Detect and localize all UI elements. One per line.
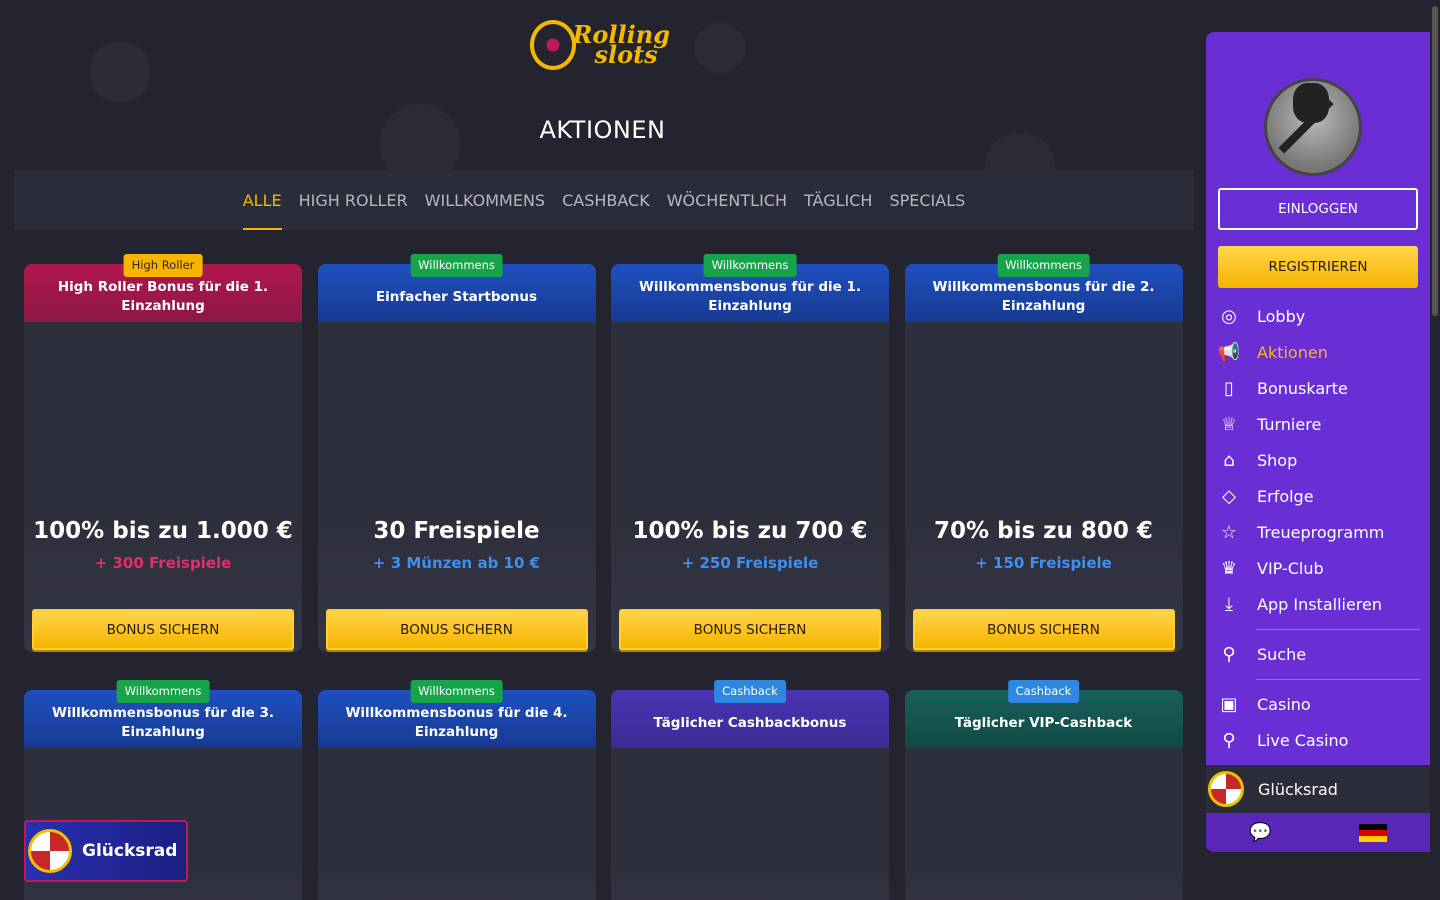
promo-extra: + 250 Freispiele [681,554,819,572]
tab-woechentlich[interactable]: WÖCHENTLICH [667,170,787,230]
promo-card-header: Cashback Täglicher VIP-Cashback [904,680,1183,748]
category-badge: Willkommens [410,254,503,277]
megaphone-icon: 📢 [1217,341,1241,363]
login-button[interactable]: EINLOGGEN [1218,188,1418,230]
tab-cashback[interactable]: CASHBACK [562,170,650,230]
page-scrollbar[interactable] [1432,6,1438,316]
menu-divider [1256,629,1420,630]
sidebar-fortune-wheel[interactable]: Glücksrad [1206,765,1430,813]
sidebar-item-lobby[interactable]: ◎ Lobby [1216,298,1420,334]
tab-alle[interactable]: ALLE [242,170,282,230]
slot-icon: ▣ [1220,693,1238,715]
claim-bonus-button[interactable]: BONUS SICHERN [619,609,881,650]
category-badge: Willkommens [703,254,797,277]
category-badge: Willkommens [116,680,210,703]
promo-card-title: Täglicher VIP-Cashback [954,714,1133,731]
promo-amount: 30 Freispiele [373,518,540,544]
sidebar-item-live-casino[interactable]: ⚲ Live Casino [1216,722,1420,758]
promo-amount: 70% bis zu 800 € [934,518,1153,544]
promo-card[interactable]: Willkommens Willkommensbonus für die 1. … [611,254,889,652]
download-icon: ⤓ [1225,593,1233,615]
promo-card-title: Einfacher Startbonus [375,288,538,305]
trophy-icon: ♕ [1220,413,1238,435]
promo-card-header: Willkommens Willkommensbonus für die 4. … [317,680,596,748]
category-badge: High Roller [123,254,203,277]
category-badge: Willkommens [410,680,503,703]
sidebar: EINLOGGEN REGISTRIEREN ◎ Lobby 📢 Aktione… [1206,32,1430,852]
sidebar-item-casino[interactable]: ▣ Casino [1216,686,1420,722]
sidebar-item-erfolge[interactable]: ◇ Erfolge [1216,478,1420,514]
promo-card-title: Willkommensbonus für die 2. Einzahlung [932,279,1155,314]
rocker-avatar [1264,78,1362,176]
map-icon: ▯ [1224,377,1234,399]
crown-icon: ♛ [1220,557,1238,579]
promo-card-title: Willkommensbonus für die 3. Einzahlung [51,705,274,740]
fortune-wheel-button[interactable]: Glücksrad [24,820,188,882]
register-button[interactable]: REGISTRIEREN [1218,246,1418,288]
promo-extra: + 300 Freispiele [94,554,232,572]
promo-card[interactable]: Cashback Täglicher Cashbackbonus [611,680,889,900]
sidebar-menu: ◎ Lobby 📢 Aktionen ▯ Bonuskarte ♕ Turnie… [1216,298,1420,758]
chat-icon[interactable]: 💬 [1249,822,1271,843]
promo-card-header: Willkommens Willkommensbonus für die 2. … [904,254,1183,322]
promo-card[interactable]: Willkommens Willkommensbonus für die 2. … [904,254,1183,652]
category-badge: Cashback [1007,680,1080,703]
sidebar-item-shop[interactable]: ⌂ Shop [1216,442,1420,478]
promo-card-header: Willkommens Willkommensbonus für die 3. … [24,680,302,748]
promo-card-title: Willkommensbonus für die 4. Einzahlung [345,705,568,740]
claim-bonus-button[interactable]: BONUS SICHERN [325,609,588,650]
vinyl-disc-icon [530,20,577,70]
tab-specials[interactable]: SPECIALS [889,170,965,230]
promo-card[interactable]: Willkommens Willkommensbonus für die 4. … [317,680,596,900]
promo-card[interactable]: High Roller High Roller Bonus für die 1.… [24,254,302,652]
claim-bonus-button[interactable]: BONUS SICHERN [32,609,294,650]
sidebar-fortune-wheel-label: Glücksrad [1258,779,1338,799]
fortune-wheel-label: Glücksrad [82,841,178,861]
promo-card-title: Willkommensbonus für die 1. Einzahlung [638,279,861,314]
category-badge: Willkommens [997,254,1090,277]
tab-taeglich[interactable]: TÄGLICH [804,170,872,230]
tab-high-roller[interactable]: HIGH ROLLER [299,170,408,230]
promo-card-header: Willkommens Willkommensbonus für die 1. … [611,254,889,322]
site-logo[interactable]: Rolling slots [530,10,670,80]
promo-card-title: High Roller Bonus für die 1. Einzahlung [57,279,269,314]
promo-card-header: High Roller High Roller Bonus für die 1.… [24,254,302,322]
sidebar-item-turniere[interactable]: ♕ Turniere [1216,406,1420,442]
wheel-icon [28,829,72,873]
diamond-icon: ◇ [1222,485,1236,507]
german-flag-icon[interactable] [1358,823,1387,842]
promo-extra: + 3 Münzen ab 10 € [372,554,541,572]
promo-card-header: Cashback Täglicher Cashbackbonus [611,680,889,748]
promotion-tabs: ALLE HIGH ROLLER WILLKOMMENS CASHBACK WÖ… [14,170,1194,230]
sidebar-item-app-installieren[interactable]: ⤓ App Installieren [1216,586,1420,622]
promotion-grid: High Roller High Roller Bonus für die 1.… [24,252,1183,900]
sidebar-item-bonuskarte[interactable]: ▯ Bonuskarte [1216,370,1420,406]
menu-divider [1256,679,1420,680]
promo-amount: 100% bis zu 700 € [632,518,868,544]
promo-card-header: Willkommens Einfacher Startbonus [317,254,596,322]
promo-amount: 100% bis zu 1.000 € [33,518,293,544]
promo-card[interactable]: Cashback Täglicher VIP-Cashback [904,680,1183,900]
tab-willkommens[interactable]: WILLKOMMENS [425,170,545,230]
sidebar-item-aktionen[interactable]: 📢 Aktionen [1216,334,1420,370]
wheel-icon [1208,771,1244,807]
basket-icon: ⌂ [1223,449,1235,471]
sidebar-item-suche[interactable]: ⚲ Suche [1216,636,1420,672]
page-title: AKTIONEN [539,116,666,144]
category-badge: Cashback [714,680,786,703]
promo-extra: + 150 Freispiele [975,554,1112,572]
sidebar-item-treueprogramm[interactable]: ☆ Treueprogramm [1216,514,1420,550]
promo-card[interactable]: Willkommens Einfacher Startbonus 30 Frei… [317,254,596,652]
live-search-icon: ⚲ [1222,729,1236,751]
sidebar-item-vip-club[interactable]: ♛ VIP-Club [1216,550,1420,586]
lobby-icon: ◎ [1221,305,1237,327]
claim-bonus-button[interactable]: BONUS SICHERN [912,609,1175,650]
star-icon: ☆ [1220,521,1238,543]
sidebar-footer: 💬 [1206,813,1430,852]
search-icon: ⚲ [1222,643,1236,665]
promo-card-title: Täglicher Cashbackbonus [653,714,847,731]
